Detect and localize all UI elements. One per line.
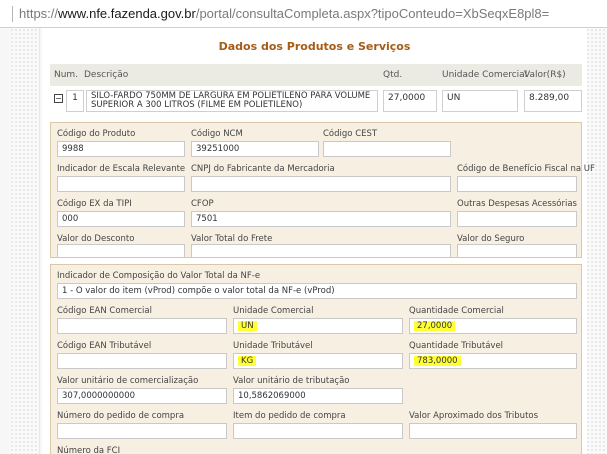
label-valor-desconto: Valor do Desconto xyxy=(57,234,135,244)
collapse-toggle-icon[interactable]: − xyxy=(54,94,63,103)
header-qtd: Qtd. xyxy=(383,70,403,80)
label-codigo-beneficio: Código de Benefício Fiscal na UF xyxy=(457,164,595,174)
field-ean-tributavel xyxy=(57,353,227,369)
url-scheme: https:// xyxy=(19,6,59,21)
product-detail-panel: Código do Produto Código NCM Código CEST… xyxy=(50,122,595,258)
header-descricao: Descrição xyxy=(84,70,129,80)
composition-panel: Indicador de Composição do Valor Total d… xyxy=(50,264,582,454)
field-indicador-composicao: 1 - O valor do item (vProd) compõe o val… xyxy=(57,283,577,299)
field-ean-comercial xyxy=(57,318,227,334)
right-background-stripe xyxy=(585,28,607,454)
label-cnpj-fabricante: CNPJ do Fabricante da Mercadoria xyxy=(191,164,335,174)
content-area: Dados dos Produtos e Serviços Num. Descr… xyxy=(42,28,595,454)
field-indicador-escala xyxy=(57,176,185,192)
url-path: /portal/consultaCompleta.aspx?tipoConteu… xyxy=(195,6,550,21)
field-unidade-tributavel: KG xyxy=(233,353,403,369)
header-unidade-comercial: Unidade Comercial xyxy=(442,70,528,80)
address-url[interactable]: https://www.nfe.fazenda.gov.br/portal/co… xyxy=(19,6,549,21)
field-codigo-ncm: 39251000 xyxy=(191,141,319,157)
label-outras-despesas: Outras Despesas Acessórias xyxy=(457,199,577,209)
item-valor: 8.289,00 xyxy=(524,90,582,112)
field-codigo-produto: 9988 xyxy=(57,141,185,157)
page: Dados dos Produtos e Serviços Num. Descr… xyxy=(0,28,607,454)
label-quantidade-comercial: Quantidade Comercial xyxy=(409,306,504,316)
field-numero-pedido xyxy=(57,423,227,439)
address-bar[interactable]: https://www.nfe.fazenda.gov.br/portal/co… xyxy=(0,0,607,28)
highlight-quantidade-comercial: 27,0000 xyxy=(414,321,456,331)
highlight-quantidade-tributavel: 783,0000 xyxy=(414,356,461,366)
label-cfop: CFOP xyxy=(191,199,214,209)
label-unidade-tributavel: Unidade Tributável xyxy=(233,341,313,351)
item-descricao: SILO-FARDO 750MM DE LARGURA EM POLIETILE… xyxy=(86,90,378,112)
label-codigo-produto: Código do Produto xyxy=(57,129,136,139)
field-cfop: 7501 xyxy=(191,211,451,227)
item-num: 1 xyxy=(66,90,84,112)
label-quantidade-tributavel: Quantidade Tributável xyxy=(409,341,504,351)
address-bar-divider xyxy=(12,5,13,22)
label-indicador-composicao: Indicador de Composição do Valor Total d… xyxy=(57,271,261,281)
label-valor-frete: Valor Total do Frete xyxy=(191,234,273,244)
field-valor-unit-tributacao: 10,5862069000 xyxy=(233,388,403,404)
label-valor-unit-comercializacao: Valor unitário de comercialização xyxy=(57,376,199,386)
label-valor-seguro: Valor do Seguro xyxy=(457,234,525,244)
field-unidade-comercial: UN xyxy=(233,318,403,334)
field-codigo-ex-tipi: 000 xyxy=(57,211,185,227)
label-valor-unit-tributacao: Valor unitário de tributação xyxy=(233,376,350,386)
label-ean-comercial: Código EAN Comercial xyxy=(57,306,152,316)
field-outras-despesas xyxy=(457,211,577,227)
table-row: − 1 SILO-FARDO 750MM DE LARGURA EM POLIE… xyxy=(50,90,582,118)
label-valor-aprox-tributos: Valor Aproximado dos Tributos xyxy=(409,411,539,421)
url-host: www.nfe.fazenda.gov.br xyxy=(58,6,196,21)
left-background-stripe xyxy=(10,28,40,454)
label-indicador-escala: Indicador de Escala Relevante xyxy=(57,164,186,174)
field-valor-aprox-tributos xyxy=(409,423,577,439)
highlight-unidade-tributavel: KG xyxy=(238,356,257,366)
item-unidade: UN xyxy=(442,90,518,112)
field-valor-unit-comercializacao: 307,0000000000 xyxy=(57,388,227,404)
label-codigo-cest: Código CEST xyxy=(323,129,378,139)
field-cnpj-fabricante xyxy=(191,176,451,192)
label-numero-fci: Número da FCI xyxy=(57,446,121,454)
highlight-unidade-comercial: UN xyxy=(238,321,257,331)
item-qtd: 27,0000 xyxy=(383,90,437,112)
section-title: Dados dos Produtos e Serviços xyxy=(218,40,411,53)
header-valor: Valor(R$) xyxy=(524,70,566,80)
label-item-pedido: Item do pedido de compra xyxy=(233,411,346,421)
products-table-header: Num. Descrição Qtd. Unidade Comercial Va… xyxy=(50,64,582,86)
field-quantidade-comercial: 27,0000 xyxy=(409,318,577,334)
field-quantidade-tributavel: 783,0000 xyxy=(409,353,577,369)
field-valor-desconto xyxy=(57,244,185,258)
field-valor-seguro xyxy=(457,244,577,258)
label-ean-tributavel: Código EAN Tributável xyxy=(57,341,152,351)
header-num: Num. xyxy=(54,70,79,80)
field-valor-frete xyxy=(191,244,451,258)
label-codigo-ncm: Código NCM xyxy=(191,129,243,139)
field-item-pedido xyxy=(233,423,403,439)
label-codigo-ex-tipi: Código EX da TIPI xyxy=(57,199,132,209)
label-numero-pedido: Número do pedido de compra xyxy=(57,411,185,421)
field-codigo-cest xyxy=(323,141,451,157)
label-unidade-comercial: Unidade Comercial xyxy=(233,306,314,316)
field-codigo-beneficio xyxy=(457,176,577,192)
